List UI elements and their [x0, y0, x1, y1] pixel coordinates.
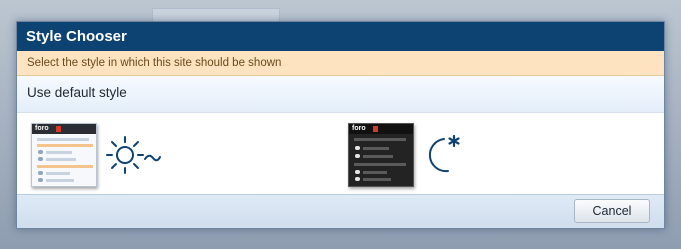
thumbnail-line [37, 138, 89, 141]
thumbnail-line [363, 178, 391, 181]
dialog-footer: Cancel [17, 194, 664, 228]
thumbnail-dot [38, 171, 43, 175]
thumbnail-dot [355, 170, 360, 174]
thumbnail-line [46, 172, 70, 175]
thumbnail-line [363, 155, 393, 158]
dialog-explain-text: Select the style in which this site shou… [17, 51, 664, 76]
moon-icon [428, 134, 460, 173]
style-chooser-dialog: Style Chooser Select the style in which … [16, 21, 665, 229]
thumbnail-logo: foro [35, 125, 49, 132]
use-default-style-option[interactable]: Use default style [17, 76, 664, 113]
style-thumbnail-dark[interactable]: foro [348, 123, 414, 187]
sun-icon [106, 136, 161, 174]
style-options: foro foro [17, 113, 664, 197]
thumbnail-line [363, 171, 387, 174]
thumbnail-line [354, 138, 406, 141]
thumbnail-dot [38, 150, 43, 154]
thumbnail-logo-mark [56, 126, 61, 132]
thumbnail-logo-mark [373, 126, 378, 132]
style-thumbnail-light[interactable]: foro [31, 123, 97, 187]
thumbnail-line [37, 165, 93, 168]
thumbnail-dot [38, 157, 43, 161]
style-option-light[interactable]: foro [31, 122, 161, 188]
thumbnail-dot [355, 177, 360, 181]
thumbnail-line [363, 147, 389, 150]
thumbnail-line [46, 151, 72, 154]
cancel-button[interactable]: Cancel [574, 199, 650, 223]
thumbnail-dot [355, 154, 360, 158]
style-option-dark[interactable]: foro [348, 122, 466, 188]
dialog-title: Style Chooser [17, 22, 664, 51]
thumbnail-dot [355, 146, 360, 150]
thumbnail-line [46, 179, 74, 182]
thumbnail-line [37, 144, 93, 147]
thumbnail-line [354, 163, 406, 166]
thumbnail-logo: foro [352, 125, 366, 132]
thumbnail-line [46, 158, 76, 161]
thumbnail-dot [38, 178, 43, 182]
